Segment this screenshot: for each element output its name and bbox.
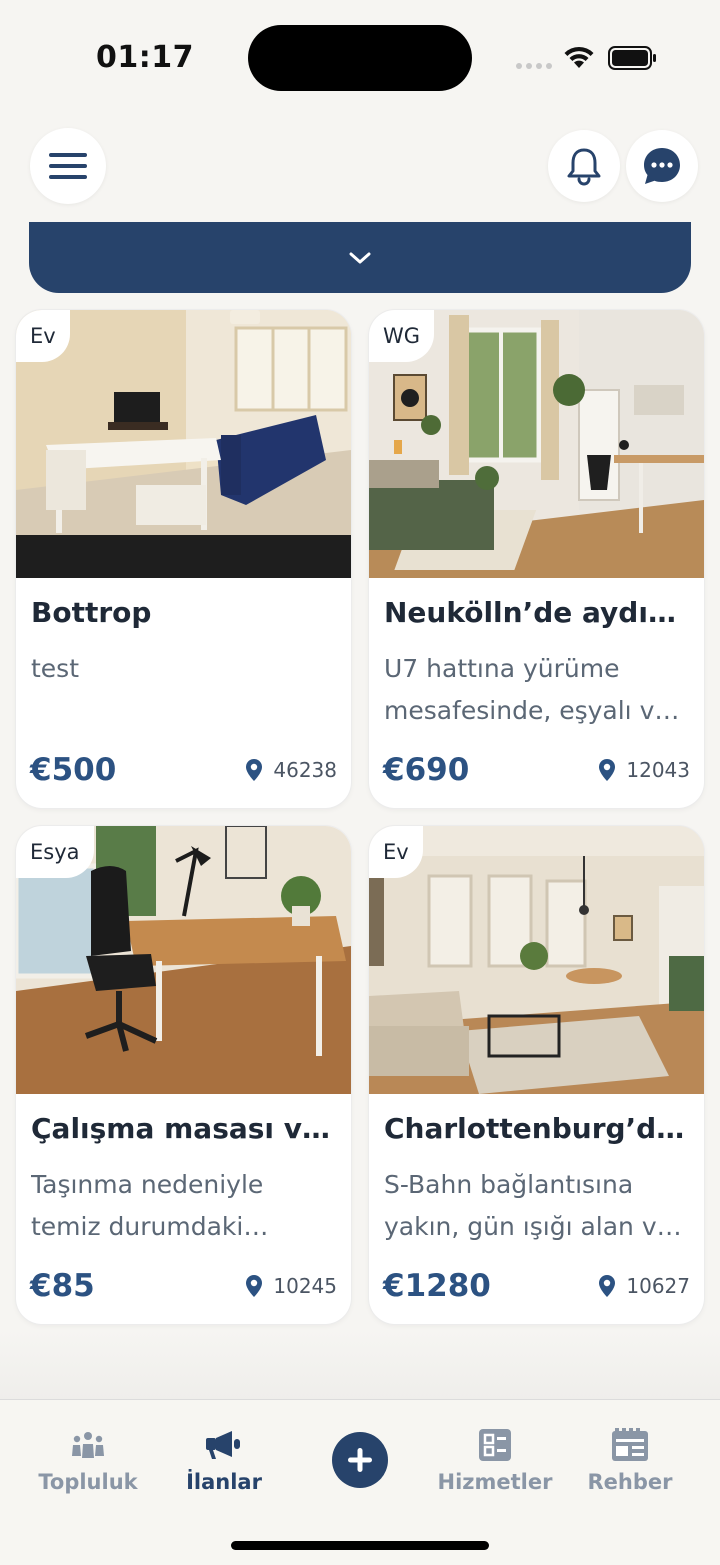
listing-price: €1280 — [383, 1268, 491, 1304]
location-pin-icon — [246, 1275, 263, 1297]
listing-description: Taşınma nedeniyle temiz durumdaki çalışm… — [31, 1170, 264, 1241]
nav-label: Topluluk — [38, 1470, 138, 1494]
dynamic-island — [248, 25, 472, 91]
guide-icon — [612, 1428, 648, 1461]
postal-code: 10245 — [273, 1274, 337, 1298]
plus-icon — [348, 1448, 372, 1472]
listing-card[interactable]: Esya Çalışma masası ve sandalye Taşınma … — [16, 826, 351, 1324]
listing-card[interactable]: Ev Bottrop test €500 46238 — [16, 310, 351, 808]
nav-label: Hizmetler — [437, 1470, 553, 1494]
listing-title: Neukölln’de aydınlık oda — [384, 596, 689, 629]
listing-price: €85 — [30, 1268, 95, 1304]
listing-card[interactable]: WG Neukölln’de aydınlık oda U7 hattına y… — [369, 310, 704, 808]
filter-toggle-bar[interactable] — [29, 222, 691, 293]
listing-location: 10245 — [245, 1274, 337, 1298]
chevron-down-icon — [349, 252, 371, 263]
status-time: 01:17 — [96, 40, 194, 75]
listing-price: €500 — [30, 752, 117, 788]
listing-title: Charlottenburg’da 1 odalı daire — [384, 1112, 689, 1145]
location-pin-icon — [246, 759, 263, 781]
listing-description: test — [31, 654, 80, 683]
listing-price: €690 — [383, 752, 470, 788]
postal-code: 12043 — [626, 758, 690, 782]
chat-bubble-icon — [644, 148, 680, 184]
wifi-icon — [564, 46, 594, 68]
listing-card[interactable]: Ev Charlottenburg’da 1 odalı daire S-Bah… — [369, 826, 704, 1324]
listing-description: S-Bahn bağlantısına yakın, gün ışığı ala… — [384, 1170, 673, 1241]
community-icon — [72, 1432, 104, 1458]
listing-location: 46238 — [245, 758, 337, 782]
location-pin-icon — [599, 759, 616, 781]
listing-title: Çalışma masası ve sandalye — [31, 1112, 336, 1145]
nav-item-rehber[interactable]: Rehber — [565, 1426, 695, 1494]
content-fade — [0, 1330, 720, 1400]
nav-label: İlanlar — [186, 1470, 262, 1494]
nav-item-topluluk[interactable]: Topluluk — [23, 1426, 153, 1494]
cellular-signal-icon — [516, 63, 552, 69]
listing-photo — [369, 826, 704, 1094]
nav-item-ilanlar[interactable]: İlanlar — [159, 1426, 289, 1494]
messages-button[interactable] — [626, 130, 698, 202]
hamburger-icon — [49, 153, 87, 179]
listing-title: Bottrop — [31, 596, 152, 629]
postal-code: 10627 — [626, 1274, 690, 1298]
category-tag: WG — [369, 310, 435, 362]
location-pin-icon — [599, 1275, 616, 1297]
megaphone-icon — [206, 1431, 240, 1459]
listing-photo — [16, 310, 351, 578]
listing-location: 12043 — [598, 758, 690, 782]
category-tag: Esya — [16, 826, 94, 878]
notifications-button[interactable] — [548, 130, 620, 202]
battery-icon — [608, 46, 656, 70]
listing-location: 10627 — [598, 1274, 690, 1298]
menu-button[interactable] — [30, 128, 106, 204]
listing-description: U7 hattına yürüme mesafesinde, eşyalı ve… — [384, 654, 670, 725]
postal-code: 46238 — [273, 758, 337, 782]
nav-label: Rehber — [587, 1470, 673, 1494]
home-indicator — [231, 1541, 489, 1550]
bell-icon — [567, 148, 601, 186]
nav-item-hizmetler[interactable]: Hizmetler — [430, 1426, 560, 1494]
add-listing-button[interactable] — [332, 1432, 388, 1488]
services-icon — [479, 1429, 511, 1461]
